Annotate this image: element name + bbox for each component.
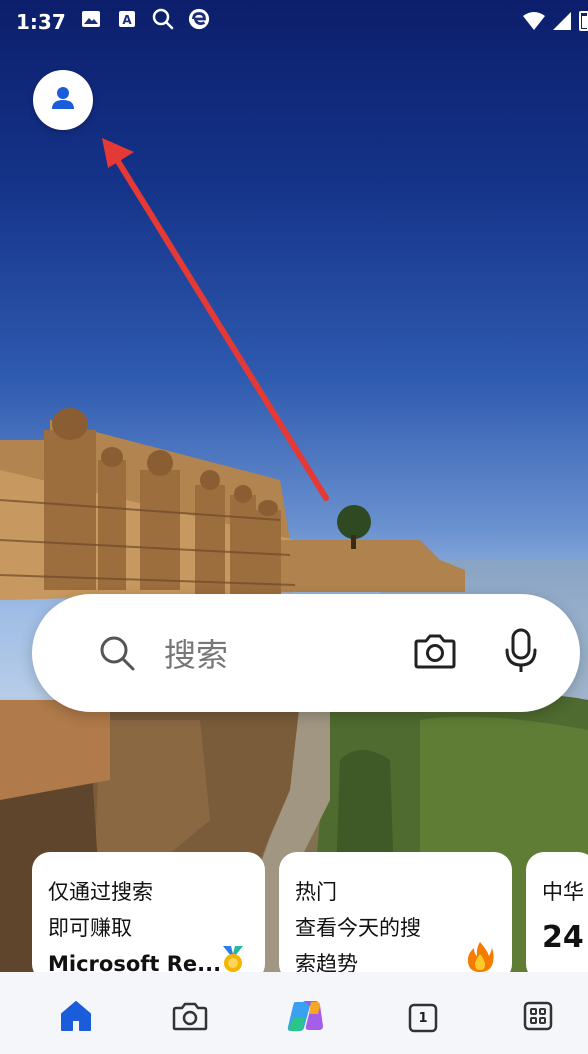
card-line: 即可赚取 [48,916,132,940]
news-card[interactable]: 中华 24 [526,852,588,982]
wifi-icon [522,11,546,35]
visual-search-button[interactable] [412,630,458,676]
camera-icon [414,633,456,673]
search-placeholder[interactable]: 搜索 [164,630,228,676]
rewards-card[interactable]: 仅通过搜索 即可赚取 Microsoft Re... [32,852,265,982]
nav-copilot-button[interactable] [285,998,325,1038]
status-time: 1:37 [16,10,66,34]
nav-tabs-button[interactable]: 1 [403,998,443,1038]
screen: 1:37 A 搜索 仅通过搜索 即可赚取 Microsoft Re... 热门 … [0,0,588,1054]
copilot-icon [285,998,325,1038]
search-icon [98,634,136,676]
battery-icon [578,10,588,36]
status-system-icons [522,10,588,36]
search-icon [152,8,174,30]
home-icon [59,1000,93,1036]
mic-icon [503,628,539,678]
voice-search-button[interactable] [498,628,544,678]
person-icon [50,85,76,115]
image-icon [80,8,102,30]
card-line: 中华 [542,880,584,904]
status-bar: 1:37 A [0,0,588,44]
nav-camera-button[interactable] [170,998,210,1038]
nav-home-button[interactable] [56,998,96,1038]
trending-card[interactable]: 热门 查看今天的搜 索趋势 [279,852,512,982]
apps-icon [523,1001,553,1035]
nav-apps-button[interactable] [518,998,558,1038]
bottom-navigation: 1 [0,972,588,1054]
camera-icon [172,1001,208,1035]
tabs-icon: 1 [408,1003,438,1033]
a-icon: A [116,8,138,30]
signal-icon [552,11,572,35]
card-number: 24 [542,920,584,955]
edge-icon [188,8,210,30]
svg-text:A: A [122,13,132,27]
card-line: 热门 [295,880,337,904]
status-notification-icons: A [80,8,210,30]
search-bar[interactable]: 搜索 [32,594,580,712]
card-line: 仅通过搜索 [48,880,153,904]
profile-button[interactable] [33,70,93,130]
tab-count: 1 [418,1010,428,1026]
